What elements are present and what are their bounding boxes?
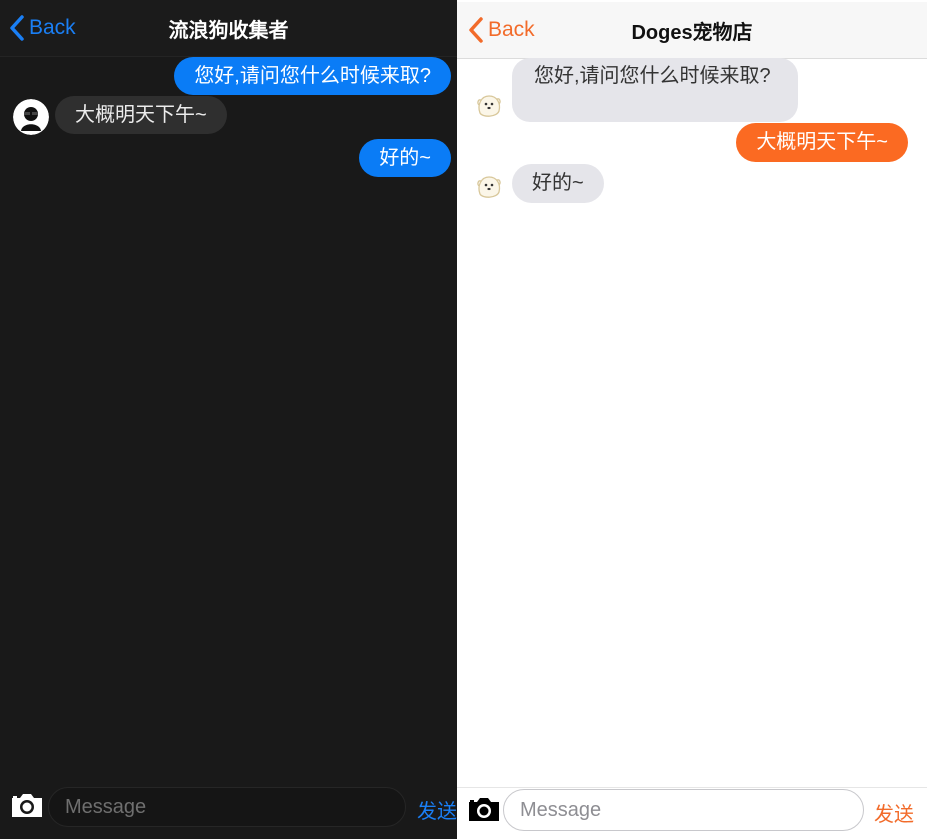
camera-icon — [469, 798, 499, 821]
right-contact-avatar — [471, 168, 507, 204]
right-message-incoming: 您好,请问您什么时候来取? — [512, 58, 798, 122]
left-message-outgoing: 您好,请问您什么时候来取? — [174, 57, 451, 95]
right-message-incoming: 好的~ — [512, 164, 604, 203]
right-composer: 发送 — [457, 787, 927, 838]
left-nav-bar: Back 流浪狗收集者 — [0, 0, 457, 57]
chevron-left-icon — [10, 15, 24, 41]
left-composer: 发送 — [0, 785, 457, 835]
camera-icon — [12, 794, 42, 817]
left-message-incoming: 大概明天下午~ — [55, 96, 227, 134]
dog-icon — [471, 87, 507, 123]
right-message-outgoing: 大概明天下午~ — [736, 123, 908, 162]
left-message-outgoing: 好的~ — [359, 139, 451, 177]
right-camera-button[interactable] — [466, 794, 502, 824]
right-chat-screen: Back Doges宠物店 您好,请问您什么时候来取? 大概明天下午~ 好的~ — [457, 0, 927, 839]
dog-icon — [471, 168, 507, 204]
right-back-button[interactable]: Back — [467, 2, 535, 58]
right-contact-avatar — [471, 87, 507, 123]
chevron-left-icon — [469, 17, 483, 43]
left-message-input[interactable] — [48, 787, 406, 827]
left-chat-screen: Back 流浪狗收集者 您好,请问您什么时候来取? 大概明天下午~ 好的~ 发送 — [0, 0, 457, 839]
left-back-label: Back — [29, 16, 76, 39]
right-nav-bar: Back Doges宠物店 — [457, 2, 927, 59]
left-camera-button[interactable] — [9, 790, 45, 820]
left-contact-avatar — [13, 99, 49, 135]
left-send-button[interactable]: 发送 — [417, 795, 457, 824]
right-send-button[interactable]: 发送 — [874, 798, 914, 827]
right-back-label: Back — [488, 18, 535, 41]
person-silhouette-icon — [13, 99, 49, 135]
left-back-button[interactable]: Back — [8, 0, 76, 56]
right-message-input[interactable] — [503, 789, 864, 831]
